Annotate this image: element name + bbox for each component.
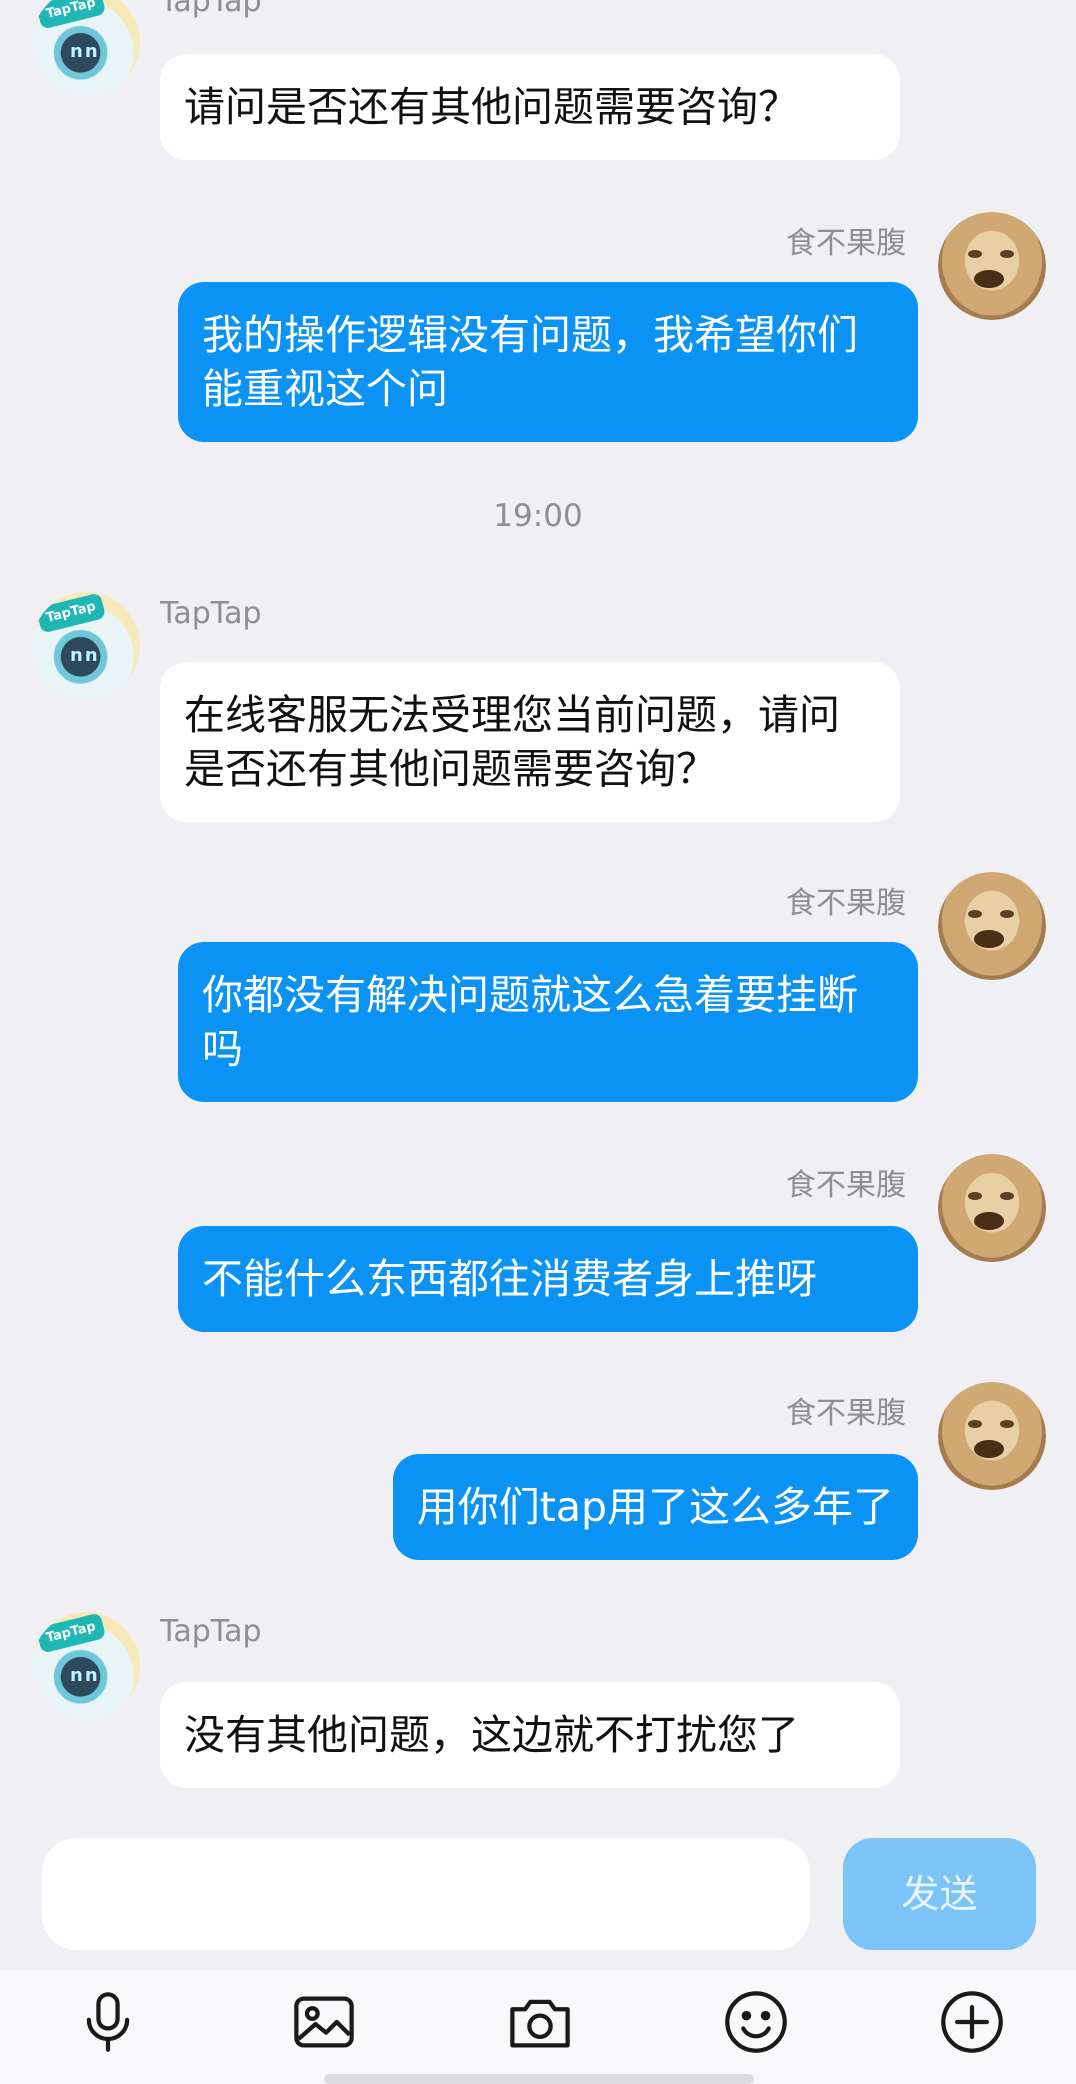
plus-icon <box>941 1991 1003 2053</box>
sender-name: TapTap <box>160 0 262 19</box>
user-avatar[interactable] <box>938 212 1046 320</box>
input-toolbar <box>0 1970 1076 2084</box>
user-avatar[interactable] <box>938 1382 1046 1490</box>
image-button[interactable] <box>286 1984 362 2060</box>
user-avatar[interactable] <box>938 1154 1046 1262</box>
voice-button[interactable] <box>70 1984 146 2060</box>
message-bubble[interactable]: 在线客服无法受理您当前问题，请问是否还有其他问题需要咨询？ <box>160 662 900 822</box>
message-bubble[interactable]: 我的操作逻辑没有问题，我希望你们能重视这个问 <box>178 282 918 442</box>
sender-name: 食不果腹 <box>786 1168 906 1203</box>
composer: 发送 <box>0 1830 1076 1970</box>
message-list[interactable]: TapTap nn TapTap 请问是否还有其他问题需要咨询？ 食不果腹 我的操… <box>0 0 1076 1830</box>
sender-name: TapTap <box>160 1614 262 1649</box>
message-bubble[interactable]: 没有其他问题，这边就不打扰您了 <box>160 1682 900 1788</box>
emoji-button[interactable] <box>718 1984 794 2060</box>
microphone-icon <box>86 1992 130 2052</box>
home-indicator <box>324 2074 754 2084</box>
message-input[interactable] <box>42 1838 810 1950</box>
camera-button[interactable] <box>502 1984 578 2060</box>
message-bubble[interactable]: 不能什么东西都往消费者身上推呀 <box>178 1226 918 1332</box>
image-icon <box>294 1996 354 2048</box>
user-avatar[interactable] <box>938 872 1046 980</box>
sender-name: TapTap <box>160 596 262 631</box>
more-button[interactable] <box>934 1984 1010 2060</box>
sender-name: 食不果腹 <box>786 226 906 261</box>
sender-name: 食不果腹 <box>786 1396 906 1431</box>
message-bubble[interactable]: 用你们tap用了这么多年了 <box>392 1454 918 1560</box>
message-timestamp: 19:00 <box>493 498 583 534</box>
bot-avatar[interactable]: TapTap nn <box>32 0 140 96</box>
message-bubble[interactable]: 请问是否还有其他问题需要咨询？ <box>160 54 900 160</box>
sender-name: 食不果腹 <box>786 886 906 921</box>
bot-avatar[interactable]: TapTap nn <box>32 592 140 700</box>
chat-screen: TapTap nn TapTap 请问是否还有其他问题需要咨询？ 食不果腹 我的操… <box>0 0 1076 2084</box>
emoji-icon <box>725 1991 787 2053</box>
send-button[interactable]: 发送 <box>843 1838 1036 1950</box>
camera-icon <box>510 1999 570 2048</box>
message-bubble[interactable]: 你都没有解决问题就这么急着要挂断吗 <box>178 942 918 1102</box>
bot-avatar[interactable]: TapTap nn <box>32 1612 140 1720</box>
